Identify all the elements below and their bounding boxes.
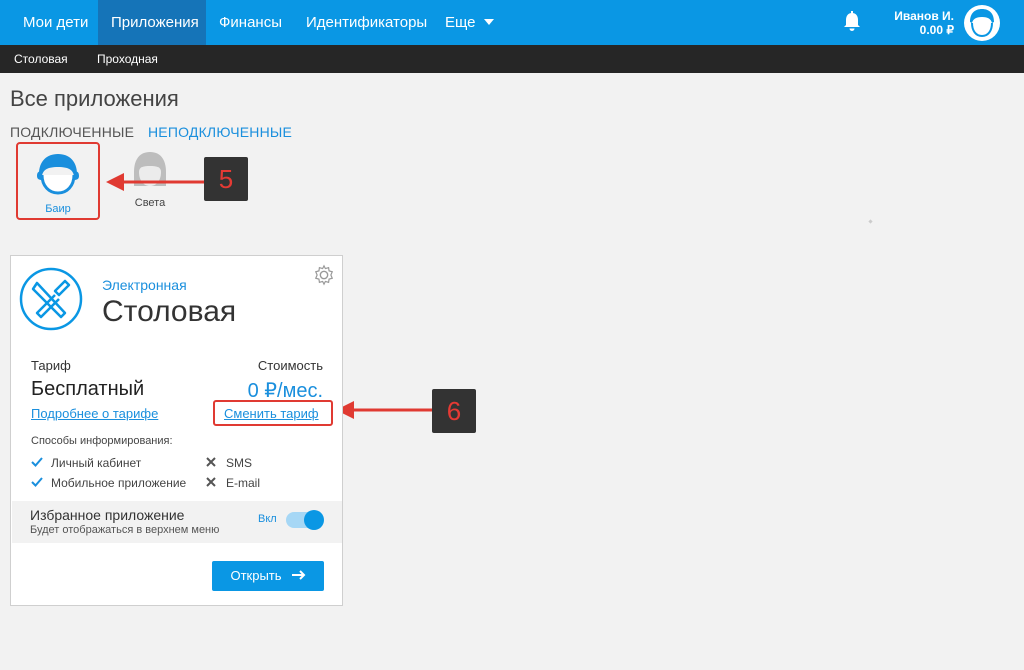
open-app-button[interactable]: Открыть <box>212 561 324 591</box>
subnav-item-canteen[interactable]: Столовая <box>14 45 68 73</box>
user-name: Иванов И. <box>894 9 954 23</box>
card-subtitle: Электронная <box>102 277 187 293</box>
boy-avatar-icon <box>37 154 79 195</box>
favorite-description: Будет отображаться в верхнем меню <box>30 524 220 536</box>
method-personal-cabinet: Личный кабинет <box>31 456 141 470</box>
gear-icon[interactable] <box>313 264 335 286</box>
user-info[interactable]: Иванов И. 0.00 ₽ <box>894 9 954 37</box>
tab-connected[interactable]: ПОДКЛЮЧЕННЫЕ <box>10 124 134 140</box>
nav-more-label: Еще <box>445 14 476 31</box>
nav-item-my-children[interactable]: Мои дети <box>10 0 101 45</box>
bell-icon[interactable] <box>842 11 862 33</box>
cross-icon <box>206 456 218 470</box>
tariff-value: Бесплатный <box>31 378 145 400</box>
app-card-canteen: Электронная Столовая Тариф Стоимость Бес… <box>10 255 343 606</box>
check-icon <box>31 456 43 470</box>
toggle-knob <box>304 510 324 530</box>
favorite-toggle-label: Вкл <box>258 513 277 525</box>
stray-mark <box>868 219 873 224</box>
tariff-details-link[interactable]: Подробнее о тарифе <box>31 406 158 421</box>
check-icon <box>31 476 43 490</box>
cutlery-icon <box>19 267 83 331</box>
change-tariff-link[interactable]: Сменить тариф <box>224 406 319 421</box>
favorite-title: Избранное приложение <box>30 507 185 523</box>
child-name-sveta: Света <box>134 197 166 209</box>
method-mobile-app: Мобильное приложение <box>31 476 186 490</box>
caret-down-icon <box>483 19 494 25</box>
favorite-section: Избранное приложение Будет отображаться … <box>12 501 342 543</box>
method-label: Личный кабинет <box>51 456 142 470</box>
method-label: E-mail <box>226 476 261 490</box>
tariff-label: Тариф <box>31 358 71 373</box>
nav-item-apps[interactable]: Приложения <box>98 0 206 45</box>
annotation-badge-5: 5 <box>204 157 248 201</box>
nav-item-more[interactable]: Еще <box>432 0 507 45</box>
child-selector-bair[interactable]: Баир <box>16 142 100 220</box>
user-balance: 0.00 ₽ <box>919 23 954 37</box>
top-navbar: Мои дети Приложения Финансы Идентификато… <box>0 0 1024 45</box>
method-label: Мобильное приложение <box>51 476 187 490</box>
method-sms: SMS <box>206 456 252 470</box>
card-title: Столовая <box>102 295 237 328</box>
method-email: E-mail <box>206 476 260 490</box>
annotation-arrow-5 <box>106 173 204 191</box>
nav-item-finance[interactable]: Финансы <box>206 0 295 45</box>
avatar-icon[interactable] <box>964 5 1000 41</box>
child-name-bair: Баир <box>45 203 71 215</box>
page-title: Все приложения <box>10 86 179 111</box>
nav-item-identifiers[interactable]: Идентификаторы <box>293 0 440 45</box>
open-button-label: Открыть <box>230 568 282 583</box>
subnav-item-entrance[interactable]: Проходная <box>97 45 158 73</box>
arrow-right-icon <box>291 561 306 591</box>
annotation-arrow-6 <box>336 401 432 419</box>
sub-navbar: Столовая Проходная <box>0 45 1024 73</box>
annotation-badge-6: 6 <box>432 389 476 433</box>
favorite-toggle[interactable] <box>286 510 324 530</box>
cost-label: Стоимость <box>257 358 323 373</box>
cross-icon <box>206 476 218 490</box>
method-label: SMS <box>226 456 253 470</box>
notify-methods-label: Способы информирования: <box>31 435 173 447</box>
tab-not-connected[interactable]: НЕПОДКЛЮЧЕННЫЕ <box>148 124 292 140</box>
